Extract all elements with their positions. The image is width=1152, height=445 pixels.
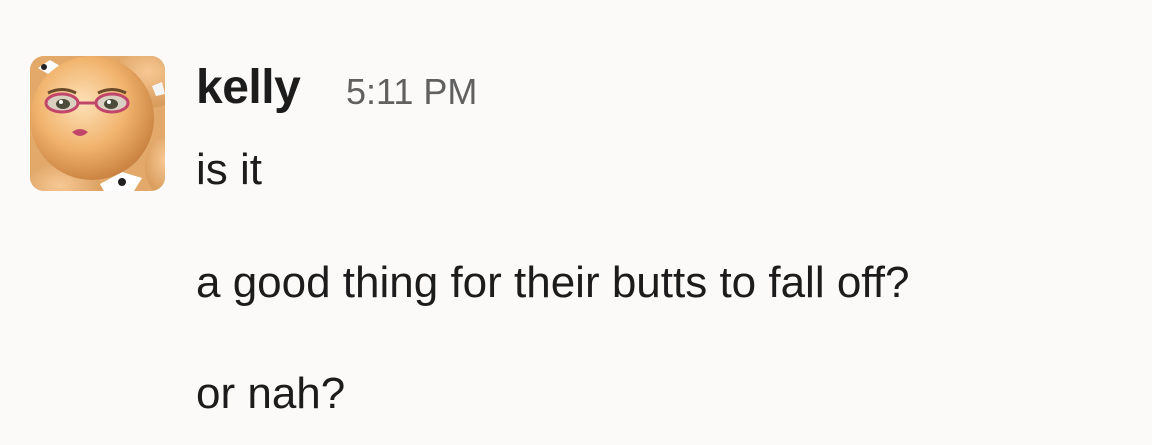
chat-message: kelly 5:11 PM is it a good thing for the…: [30, 56, 1140, 426]
message-text-line: or nah?: [196, 369, 346, 418]
message-text-line: a good thing for their butts to fall off…: [196, 258, 910, 307]
egg-face-icon: [30, 56, 165, 191]
message-text-line: is it: [196, 145, 262, 194]
message-timestamp[interactable]: 5:11 PM: [346, 68, 477, 116]
sender-name[interactable]: kelly: [196, 58, 301, 118]
user-avatar[interactable]: [30, 56, 165, 191]
